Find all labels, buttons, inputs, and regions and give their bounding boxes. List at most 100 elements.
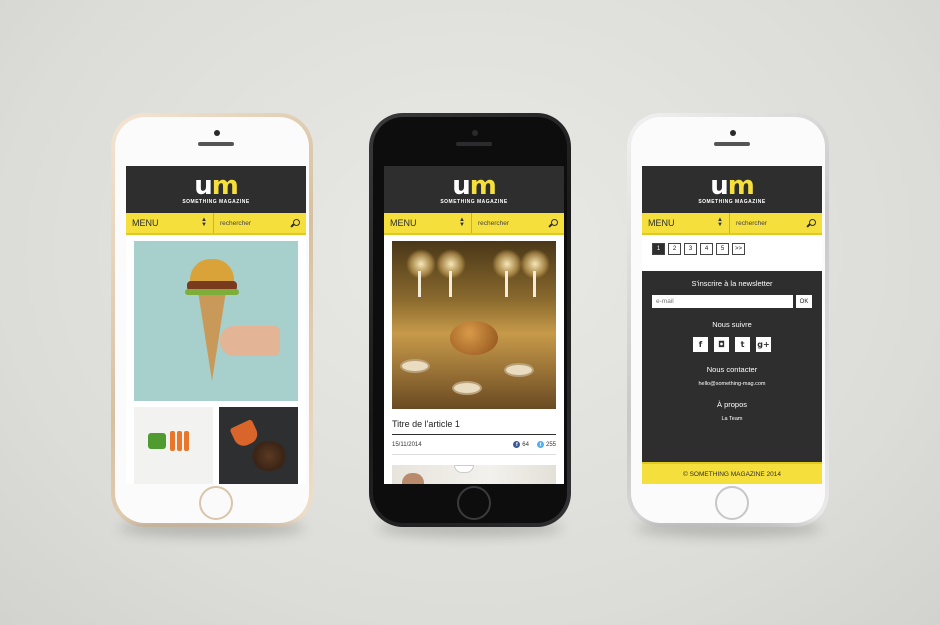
logo-subtitle: SOMETHING MAGAZINE — [182, 199, 250, 205]
search-field[interactable]: rechercher — [730, 213, 822, 233]
footer-copyright: © SOMETHING MAGAZINE 2014 — [642, 462, 822, 484]
logo[interactable]: um — [194, 173, 239, 199]
menu-select[interactable]: MENU ▲ ▼ — [126, 213, 214, 233]
page-button-next[interactable]: >> — [732, 243, 745, 255]
home-button[interactable] — [199, 486, 233, 520]
facebook-icon[interactable]: f — [693, 337, 708, 352]
article-image-feast[interactable] — [392, 241, 556, 409]
about-title: À propos — [716, 400, 748, 409]
menu-label: MENU — [132, 218, 159, 228]
follow-title: Nous suivre — [712, 320, 752, 329]
lettuce-shape — [185, 289, 239, 295]
plate-shape — [504, 363, 534, 377]
carrot-shape — [170, 431, 175, 451]
navbar: MENU ▲ ▼ rechercher — [126, 213, 306, 235]
search-icon[interactable] — [806, 218, 816, 228]
front-camera — [472, 130, 478, 136]
phone-face: um SOMETHING MAGAZINE MENU ▲ ▼ rechercher… — [631, 117, 825, 523]
person-shape — [402, 473, 424, 484]
phone-black: um SOMETHING MAGAZINE MENU ▲ ▼ rechercher — [369, 113, 571, 537]
plate-shape — [452, 381, 482, 395]
carrot-shape — [177, 431, 182, 451]
logo-subtitle: SOMETHING MAGAZINE — [698, 199, 766, 205]
search-placeholder: rechercher — [736, 219, 768, 227]
roast-turkey-shape — [450, 321, 498, 355]
twitter-icon: t — [536, 441, 544, 448]
hand-shape — [220, 326, 280, 356]
twitter-count: 255 — [545, 441, 556, 448]
logo-subtitle: SOMETHING MAGAZINE — [440, 199, 508, 205]
coffee-beans-shape — [249, 441, 289, 471]
thumbnail-coffee[interactable] — [219, 407, 298, 484]
thumbnail-vegetables[interactable] — [134, 407, 213, 484]
newsletter-ok-button[interactable]: OK — [796, 295, 812, 308]
navbar: MENU ▲ ▼ rechercher — [642, 213, 822, 235]
site-header: um SOMETHING MAGAZINE — [384, 166, 564, 213]
logo[interactable]: um — [452, 173, 497, 199]
newsletter-title: S'inscrire à la newsletter — [691, 279, 773, 288]
logo[interactable]: um — [710, 173, 755, 199]
search-placeholder: rechercher — [220, 219, 252, 227]
candle-shape — [533, 271, 536, 297]
menu-select[interactable]: MENU ▲ ▼ — [384, 213, 472, 233]
search-placeholder: rechercher — [478, 219, 510, 227]
facebook-icon: f — [513, 441, 521, 448]
facebook-count: 64 — [522, 441, 529, 448]
page-button-1[interactable]: 1 — [652, 243, 665, 255]
page-button-2[interactable]: 2 — [668, 243, 681, 255]
thumbnail-grid — [134, 407, 298, 484]
menu-select[interactable]: MENU ▲ ▼ — [642, 213, 730, 233]
search-icon[interactable] — [548, 218, 558, 228]
select-arrows-icon: ▲ ▼ — [717, 217, 723, 228]
phone-silver: um SOMETHING MAGAZINE MENU ▲ ▼ rechercher… — [627, 113, 829, 537]
phone-gold: um SOMETHING MAGAZINE MENU ▲ ▼ rechercher — [111, 113, 313, 537]
site-header: um SOMETHING MAGAZINE — [126, 166, 306, 213]
screen-footer: um SOMETHING MAGAZINE MENU ▲ ▼ rechercher… — [642, 166, 822, 484]
candle-glow — [406, 249, 436, 279]
google-plus-icon[interactable]: g+ — [756, 337, 771, 352]
article-title[interactable]: Titre de l'article 1 — [392, 419, 556, 435]
candle-shape — [449, 271, 452, 297]
contact-email-link[interactable]: hello@something-mag.com — [642, 381, 822, 387]
facebook-share[interactable]: f 64 — [513, 441, 529, 448]
front-camera — [214, 130, 220, 136]
hero-image-burger-cone[interactable] — [134, 241, 298, 401]
page-button-4[interactable]: 4 — [700, 243, 713, 255]
earpiece-speaker — [456, 142, 492, 146]
menu-label: MENU — [648, 218, 675, 228]
search-icon[interactable] — [290, 218, 300, 228]
next-article-image[interactable] — [392, 465, 556, 484]
lamp-shape — [454, 465, 474, 473]
search-field[interactable]: rechercher — [472, 213, 564, 233]
earpiece-speaker — [198, 142, 234, 146]
home-button[interactable] — [715, 486, 749, 520]
peas-shape — [148, 433, 166, 449]
phone-face: um SOMETHING MAGAZINE MENU ▲ ▼ rechercher — [373, 117, 567, 523]
page-button-5[interactable]: 5 — [716, 243, 729, 255]
cone-shape — [198, 291, 226, 381]
newsletter-form: OK — [652, 295, 812, 308]
phone-face: um SOMETHING MAGAZINE MENU ▲ ▼ rechercher — [115, 117, 309, 523]
menu-label: MENU — [390, 218, 417, 228]
page-button-3[interactable]: 3 — [684, 243, 697, 255]
twitter-share[interactable]: t 255 — [536, 441, 556, 448]
article-date: 15/11/2014 — [392, 441, 422, 448]
screen-home: um SOMETHING MAGAZINE MENU ▲ ▼ rechercher — [126, 166, 306, 484]
search-field[interactable]: rechercher — [214, 213, 306, 233]
pagination: 1 2 3 4 5 >> — [642, 235, 822, 271]
twitter-icon[interactable]: t — [735, 337, 750, 352]
article-meta: 15/11/2014 f 64 t 255 — [392, 441, 556, 455]
email-field[interactable] — [652, 295, 793, 308]
contact-title: Nous contacter — [706, 365, 758, 374]
plate-shape — [400, 359, 430, 373]
candle-shape — [505, 271, 508, 297]
instagram-icon[interactable]: ◘ — [714, 337, 729, 352]
candle-shape — [418, 271, 421, 297]
home-button[interactable] — [457, 486, 491, 520]
carrot-shape — [184, 431, 189, 451]
site-header: um SOMETHING MAGAZINE — [642, 166, 822, 213]
select-arrows-icon: ▲ ▼ — [201, 217, 207, 228]
earpiece-speaker — [714, 142, 750, 146]
social-links: f ◘ t g+ — [642, 337, 822, 352]
team-link[interactable]: La Team — [642, 416, 822, 422]
